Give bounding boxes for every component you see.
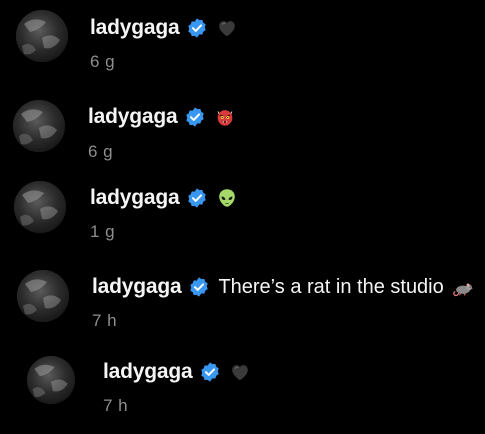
username[interactable]: ladygaga — [90, 186, 180, 210]
username[interactable]: ladygaga — [103, 360, 193, 384]
comment-text: There’s a rat in the studio — [218, 275, 444, 298]
comment-item: ladygaga 6 g — [0, 90, 485, 174]
comment-item: ladygaga 1 g — [0, 174, 485, 260]
verified-badge-icon — [188, 276, 210, 298]
username[interactable]: ladygaga — [90, 16, 180, 40]
comment-item: ladygaga 7 h — [0, 348, 485, 434]
comment-item: ladygaga 6 g — [0, 0, 485, 90]
avatar-image — [13, 100, 65, 152]
avatar[interactable] — [13, 100, 65, 152]
ogre-mask-icon — [214, 106, 236, 128]
black-heart-icon — [229, 361, 251, 383]
username[interactable]: ladygaga — [88, 105, 178, 129]
comment-timestamp: 6 g — [90, 52, 116, 71]
avatar[interactable] — [17, 270, 69, 322]
avatar-image — [27, 356, 75, 404]
avatar[interactable] — [14, 181, 66, 233]
comment-timestamp: 6 g — [88, 142, 114, 161]
avatar[interactable] — [16, 10, 68, 62]
comment-timestamp: 1 g — [90, 222, 116, 241]
avatar-image — [16, 10, 68, 62]
avatar[interactable] — [27, 356, 75, 404]
comment-item: ladygaga There’s a rat in the studio 7 h — [0, 260, 485, 348]
comment-timestamp: 7 h — [92, 311, 118, 330]
verified-badge-icon — [186, 17, 208, 39]
rat-icon — [452, 276, 474, 298]
alien-icon — [216, 187, 238, 209]
avatar-image — [14, 181, 66, 233]
verified-badge-icon — [199, 361, 221, 383]
avatar-image — [17, 270, 69, 322]
comment-timestamp: 7 h — [103, 396, 129, 415]
username[interactable]: ladygaga — [92, 275, 182, 299]
black-heart-icon — [216, 17, 238, 39]
verified-badge-icon — [184, 106, 206, 128]
verified-badge-icon — [186, 187, 208, 209]
